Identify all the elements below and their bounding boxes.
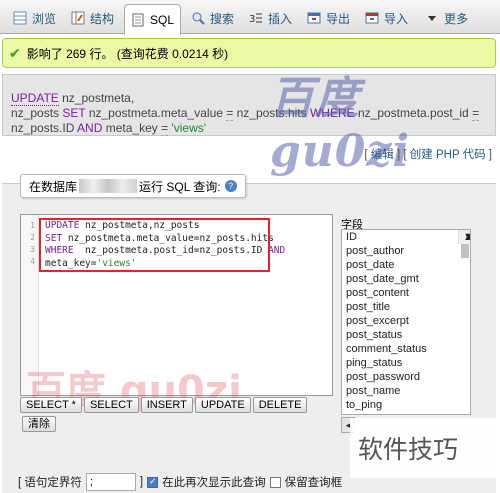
show-again-label: 在此再次显示此查询 <box>162 477 266 489</box>
legend-suffix: 运行 SQL 查询: <box>139 179 221 194</box>
create-php-code-link[interactable]: 创建 PHP 代码 <box>410 149 486 161</box>
field-option[interactable]: post_name <box>342 384 470 398</box>
field-option[interactable]: post_title <box>342 300 470 314</box>
sql-text: nz_postmeta, <box>58 91 135 105</box>
sql-keyword-set: SET <box>62 106 86 120</box>
bottom-options: [ 语句定界符 ] 在此再次显示此查询 保留查询框 <box>18 473 342 491</box>
tab-more[interactable]: 更多 <box>418 4 475 31</box>
field-option[interactable]: post_status <box>342 328 470 342</box>
show-again-checkbox[interactable] <box>147 476 159 488</box>
tab-sql-label: SQL <box>150 13 175 27</box>
delimiter-bracket: ] <box>139 476 144 488</box>
line-number: 1 <box>30 221 35 230</box>
sql-text: nz_posts.ID <box>11 121 78 135</box>
tab-insert[interactable]: 3 插入 <box>242 4 299 31</box>
tab-search[interactable]: 搜索 <box>184 4 241 31</box>
delimiter-input[interactable] <box>85 473 136 491</box>
tab-sql[interactable]: SQL <box>124 4 182 35</box>
field-option[interactable]: comment_status <box>342 342 470 356</box>
tab-export-label: 导出 <box>326 11 351 26</box>
import-icon <box>365 12 379 24</box>
code-keyword: AND <box>268 245 286 256</box>
delete-button[interactable]: DELETE <box>252 397 308 413</box>
retain-box-checkbox[interactable] <box>269 476 281 488</box>
sql-icon <box>132 13 144 27</box>
field-option[interactable]: post_password <box>342 370 470 384</box>
scroll-thumb[interactable] <box>461 244 469 258</box>
tab-insert-label: 插入 <box>268 11 293 26</box>
sql-string: 'views' <box>168 121 207 135</box>
field-option[interactable]: post_author <box>342 244 470 258</box>
scroll-down-arrow-icon[interactable]: ▼ <box>459 230 470 244</box>
highlight-box <box>39 218 270 272</box>
tab-structure[interactable]: 结构 <box>64 4 121 31</box>
select-button[interactable]: SELECT <box>83 397 139 413</box>
sql-query-legend: 在数据库 运行 SQL 查询: ? <box>20 174 246 198</box>
tab-more-label: 更多 <box>444 11 469 26</box>
success-message-text: 影响了 269 行。 (查询花费 0.0214 秒) <box>26 46 229 61</box>
field-option[interactable]: ID <box>342 230 470 244</box>
checkmark-icon: ✔ <box>9 44 21 61</box>
help-icon[interactable]: ? <box>224 180 237 192</box>
search-icon <box>192 12 205 25</box>
fields-listbox[interactable]: ID post_author post_date post_date_gmt p… <box>341 229 471 415</box>
export-icon <box>307 12 321 24</box>
sql-text: meta_key <box>102 121 162 135</box>
tab-search-label: 搜索 <box>210 11 235 26</box>
sql-keyword-and: AND <box>77 121 103 135</box>
field-option[interactable]: post_date <box>342 258 470 272</box>
field-option[interactable]: to_ping <box>342 398 470 412</box>
sql-keyword-update[interactable]: UPDATE <box>11 91 59 106</box>
line-number: 3 <box>30 245 35 254</box>
legend-prefix: 在数据库 <box>29 179 78 194</box>
update-button[interactable]: UPDATE <box>194 397 251 413</box>
tab-browse-label: 浏览 <box>32 11 57 26</box>
field-option[interactable]: post_content <box>342 286 470 300</box>
tab-export[interactable]: 导出 <box>300 4 357 31</box>
line-number: 2 <box>30 233 35 242</box>
tab-import-label: 导入 <box>384 11 409 26</box>
field-option[interactable]: post_excerpt <box>342 314 470 328</box>
browse-icon <box>13 11 27 25</box>
field-option[interactable]: ping_status <box>342 356 470 370</box>
fields-scrollbar[interactable]: ▲ ▼ <box>458 230 470 258</box>
svg-text:3: 3 <box>249 14 255 25</box>
field-option[interactable]: post_date_gmt <box>342 272 470 286</box>
edit-links: [ 编辑 ] [ 创建 PHP 代码 ] <box>364 149 492 161</box>
edit-link[interactable]: 编辑 <box>371 149 394 161</box>
select-star-button[interactable]: SELECT * <box>20 397 82 413</box>
line-number: 4 <box>30 257 35 266</box>
watermark-bottom-right: 软件技巧 <box>350 418 500 478</box>
tab-structure-label: 结构 <box>90 11 115 26</box>
top-tab-bar: 浏览 结构 SQL 搜索 3 插入 导出 导入 更多 <box>0 0 500 35</box>
insert-button[interactable]: INSERT <box>140 397 193 413</box>
delimiter-label: [ 语句定界符 <box>18 477 82 489</box>
tab-browse[interactable]: 浏览 <box>6 4 63 31</box>
redacted-database-name <box>79 179 138 193</box>
chevron-down-icon <box>428 16 436 21</box>
tab-import[interactable]: 导入 <box>358 4 415 31</box>
sql-text: nz_posts <box>11 106 63 120</box>
structure-icon <box>71 11 85 25</box>
insert-icon: 3 <box>249 13 262 25</box>
sql-text: nz_postmeta.meta_value <box>85 106 227 120</box>
query-template-buttons: SELECT * SELECT INSERT UPDATE DELETE <box>20 397 309 413</box>
retain-box-label: 保留查询框 <box>284 477 343 489</box>
clear-button[interactable]: 清除 <box>22 416 56 432</box>
